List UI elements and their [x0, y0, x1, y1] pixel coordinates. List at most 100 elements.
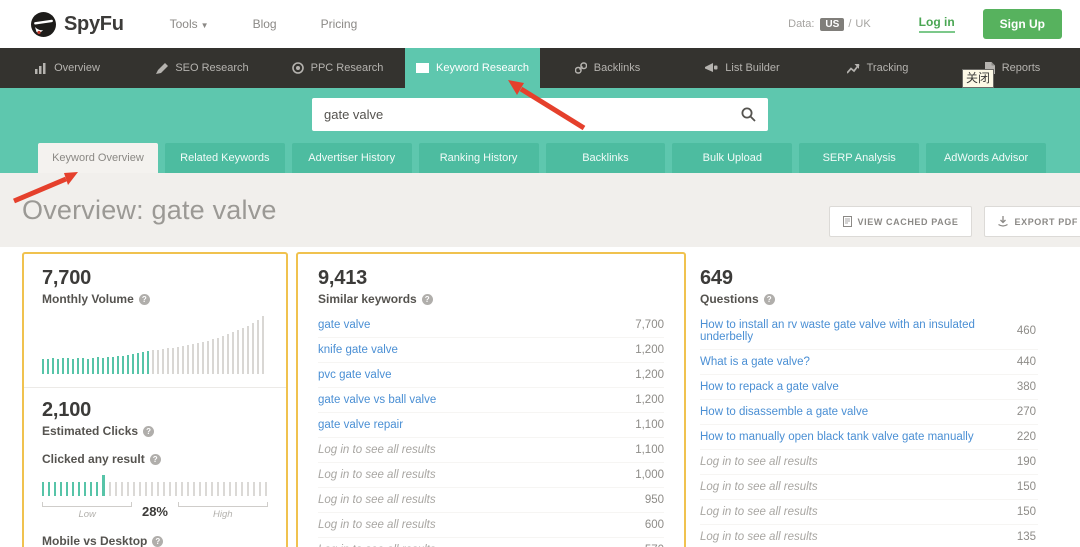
- mainnav-ppc-research[interactable]: PPC Research: [270, 48, 405, 88]
- subtab-related-keywords[interactable]: Related Keywords: [164, 143, 285, 173]
- monthly-volume-value: 7,700: [42, 267, 92, 289]
- data-label: Data:: [788, 18, 815, 30]
- locked-result-link[interactable]: Log in to see all results: [318, 494, 436, 506]
- locked-result-link[interactable]: Log in to see all results: [700, 531, 818, 543]
- export-pdf-button[interactable]: EXPORT PDF: [984, 206, 1080, 237]
- subtab-bulk-upload[interactable]: Bulk Upload: [672, 143, 793, 173]
- mainnav-backlinks[interactable]: Backlinks: [540, 48, 675, 88]
- keyword-link[interactable]: What is a gate valve?: [700, 356, 810, 368]
- locked-result-link[interactable]: Log in to see all results: [700, 506, 818, 518]
- estimated-clicks-label: Estimated Clicks ?: [42, 424, 268, 438]
- question-row: Log in to see all results 150: [700, 499, 1038, 524]
- keyword-link[interactable]: How to disassemble a gate valve: [700, 406, 868, 418]
- similar-keyword-row: gate valve vs ball valve 1,200: [318, 387, 664, 412]
- subtabs: Keyword Overview Related Keywords Advertis…: [38, 143, 1046, 173]
- similar-keywords-list: gate valve 7,700 knife gate valve 1,200 pvc …: [318, 313, 664, 547]
- similar-keyword-row: gate valve repair 1,100: [318, 412, 664, 437]
- question-row: Log in to see all results 190: [700, 449, 1038, 474]
- mainnav-seo-research[interactable]: SEO Research: [135, 48, 270, 88]
- question-row: Log in to see all results 150: [700, 474, 1038, 499]
- row-value: 460: [1016, 325, 1036, 337]
- questions-list: How to install an rv waste gate valve wi…: [700, 313, 1038, 547]
- page-icon: [842, 216, 852, 227]
- top-nav: Tools ▼ Blog Pricing: [170, 17, 358, 31]
- subtab-backlinks[interactable]: Backlinks: [545, 143, 666, 173]
- help-icon[interactable]: ?: [763, 293, 775, 305]
- row-value: 135: [1016, 531, 1036, 543]
- row-value: 1,200: [635, 394, 664, 406]
- row-value: 1,100: [635, 444, 664, 456]
- keyword-link[interactable]: How to install an rv waste gate valve wi…: [700, 319, 1017, 343]
- locked-result-link[interactable]: Log in to see all results: [318, 469, 436, 481]
- search-icon[interactable]: [741, 107, 756, 122]
- keyword-link[interactable]: How to manually open black tank valve ga…: [700, 431, 974, 443]
- locked-result-link[interactable]: Log in to see all results: [318, 444, 436, 456]
- keyword-link[interactable]: How to repack a gate valve: [700, 381, 839, 393]
- row-value: 1,200: [635, 369, 664, 381]
- help-icon[interactable]: ?: [149, 453, 161, 465]
- signup-button[interactable]: Sign Up: [982, 9, 1062, 39]
- help-icon[interactable]: ?: [421, 293, 433, 305]
- close-tooltip[interactable]: 关闭: [962, 69, 995, 88]
- megaphone-icon: [705, 62, 718, 72]
- region-uk-toggle[interactable]: UK: [855, 18, 870, 30]
- login-link[interactable]: Log in: [918, 15, 955, 33]
- locked-result-link[interactable]: Log in to see all results: [700, 481, 818, 493]
- locked-result-link[interactable]: Log in to see all results: [700, 456, 818, 468]
- help-icon[interactable]: ?: [143, 425, 155, 437]
- help-icon[interactable]: ?: [152, 535, 164, 547]
- header-right: Data: US / UK Log in Sign Up: [788, 9, 1062, 39]
- volume-bar-chart: [42, 314, 268, 374]
- nav-blog[interactable]: Blog: [253, 17, 277, 31]
- row-value: 440: [1016, 356, 1036, 368]
- region-separator: /: [848, 18, 852, 30]
- spyfu-logo[interactable]: SpyFu: [30, 11, 124, 38]
- low-label: Low: [78, 509, 96, 520]
- subtab-ranking-history[interactable]: Ranking History: [418, 143, 539, 173]
- title-band: Overview: gate valve VIEW CACHED PAGE EX…: [0, 173, 1080, 247]
- row-value: 1,000: [635, 469, 664, 481]
- mobile-vs-desktop-label: Mobile vs Desktop ?: [42, 534, 268, 547]
- mainnav-list-builder[interactable]: List Builder: [675, 48, 810, 88]
- locked-result-link[interactable]: Log in to see all results: [318, 519, 436, 531]
- subtab-advertiser-history[interactable]: Advertiser History: [291, 143, 412, 173]
- nav-tools[interactable]: Tools ▼: [170, 17, 209, 31]
- download-icon: [998, 216, 1009, 227]
- keyword-link[interactable]: gate valve: [318, 319, 370, 331]
- row-value: 190: [1016, 456, 1036, 468]
- similar-keywords-card: 9,413 Similar keywords ? gate valve 7,700…: [296, 252, 686, 547]
- gauge-scale: Low 28% High: [42, 502, 268, 520]
- question-row: How to install an rv waste gate valve wi…: [700, 313, 1038, 349]
- pencil-icon: [156, 62, 169, 74]
- subtab-keyword-overview[interactable]: Keyword Overview: [38, 143, 158, 173]
- similar-keyword-row: Log in to see all results 1,100: [318, 437, 664, 462]
- questions-label: Questions ?: [700, 292, 1038, 306]
- region-us-badge[interactable]: US: [820, 17, 845, 31]
- keyword-link[interactable]: knife gate valve: [318, 344, 398, 356]
- link-icon: [574, 62, 587, 74]
- nav-pricing[interactable]: Pricing: [321, 17, 358, 31]
- subtab-serp-analysis[interactable]: SERP Analysis: [799, 143, 920, 173]
- keyboard-icon: [416, 63, 430, 73]
- mainnav-keyword-research[interactable]: Keyword Research: [405, 48, 540, 88]
- subtab-adwords-advisor[interactable]: AdWords Advisor: [926, 143, 1046, 173]
- similar-keyword-row: Log in to see all results 950: [318, 487, 664, 512]
- keyword-search-box: [312, 98, 768, 131]
- mainnav-tracking[interactable]: Tracking: [810, 48, 945, 88]
- top-header: SpyFu Tools ▼ Blog Pricing Data: US / UK …: [0, 0, 1080, 48]
- keyword-link[interactable]: gate valve repair: [318, 419, 403, 431]
- gauge-percent: 28%: [141, 504, 168, 519]
- keyword-link[interactable]: gate valve vs ball valve: [318, 394, 436, 406]
- help-icon[interactable]: ?: [138, 293, 150, 305]
- row-value: 600: [644, 519, 664, 531]
- divider: [24, 387, 286, 388]
- click-gauge: [42, 475, 268, 496]
- low-bracket: [42, 502, 133, 507]
- similar-keywords-value: 9,413: [318, 267, 368, 289]
- keyword-search-input[interactable]: [324, 107, 741, 122]
- view-cached-page-button[interactable]: VIEW CACHED PAGE: [828, 206, 973, 237]
- row-value: 1,100: [635, 419, 664, 431]
- question-row: How to disassemble a gate valve 270: [700, 399, 1038, 424]
- mainnav-overview[interactable]: Overview: [0, 48, 135, 88]
- keyword-link[interactable]: pvc gate valve: [318, 369, 392, 381]
